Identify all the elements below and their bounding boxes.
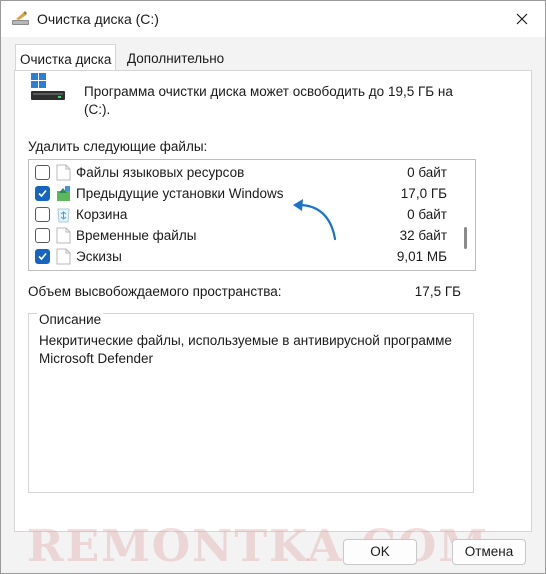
checkbox-unchecked[interactable] — [35, 207, 50, 222]
file-size: 32 байт — [399, 228, 447, 243]
checkbox-unchecked[interactable] — [35, 165, 50, 180]
list-item[interactable]: Корзина 0 байт — [29, 204, 461, 225]
window-title: Очистка диска (C:) — [37, 11, 159, 27]
checkbox-checked[interactable] — [35, 186, 50, 201]
file-list[interactable]: Файлы языковых ресурсов 0 байт Предыдущи… — [28, 159, 476, 271]
file-size: 9,01 МБ — [396, 249, 447, 264]
tab-strip: Очистка диска Дополнительно — [1, 44, 545, 72]
ok-button[interactable]: OK — [343, 539, 417, 565]
space-value: 17,5 ГБ — [414, 284, 461, 299]
checkbox-unchecked[interactable] — [35, 228, 50, 243]
checkbox-checked[interactable] — [35, 249, 50, 264]
checkmark-icon — [38, 252, 47, 261]
blank-file-icon — [56, 164, 71, 181]
list-item[interactable]: Файлы языковых ресурсов 0 байт — [29, 162, 461, 183]
disk-cleanup-window: Очистка диска (C:) Очистка диска Дополни… — [0, 0, 546, 574]
watermark: REMONTKA.COM — [27, 521, 490, 572]
description-title: Описание — [37, 312, 104, 327]
file-name: Временные файлы — [76, 228, 197, 243]
space-label: Объем высвобождаемого пространства: — [28, 284, 282, 299]
cancel-button[interactable]: Отмена — [452, 539, 526, 565]
pointer-arrow-icon — [293, 199, 337, 241]
file-size: 17,0 ГБ — [400, 186, 447, 201]
close-icon — [516, 13, 528, 25]
list-item[interactable]: Временные файлы 32 байт — [29, 225, 461, 246]
file-name: Файлы языковых ресурсов — [76, 165, 245, 180]
checkmark-icon — [38, 189, 47, 198]
drive-icon — [31, 73, 65, 100]
title-bar: Очистка диска (C:) — [1, 1, 545, 37]
file-name: Корзина — [76, 207, 128, 222]
list-item[interactable]: Эскизы 9,01 МБ — [29, 246, 461, 267]
blank-file-icon — [56, 248, 71, 265]
description-text: Некритические файлы, используемые в анти… — [39, 333, 452, 366]
list-item[interactable]: Предыдущие установки Windows 17,0 ГБ — [29, 183, 461, 204]
file-size: 0 байт — [407, 165, 447, 180]
tab-advanced[interactable]: Дополнительно — [123, 45, 228, 71]
file-name: Предыдущие установки Windows — [76, 186, 284, 201]
files-section-label: Удалить следующие файлы: — [28, 139, 208, 154]
info-text: Программа очистки диска может освободить… — [84, 84, 453, 117]
tab-disk-cleanup[interactable]: Очистка диска — [15, 44, 117, 72]
recycle-bin-icon — [57, 208, 70, 223]
disk-cleanup-icon — [12, 11, 29, 25]
file-name: Эскизы — [76, 249, 122, 264]
close-button[interactable] — [499, 1, 545, 37]
scrollbar-thumb[interactable] — [464, 227, 467, 249]
blank-file-icon — [56, 227, 71, 244]
windows-setup-icon — [57, 186, 70, 201]
description-group: Описание Некритические файлы, используем… — [28, 312, 474, 493]
file-size: 0 байт — [407, 207, 447, 222]
